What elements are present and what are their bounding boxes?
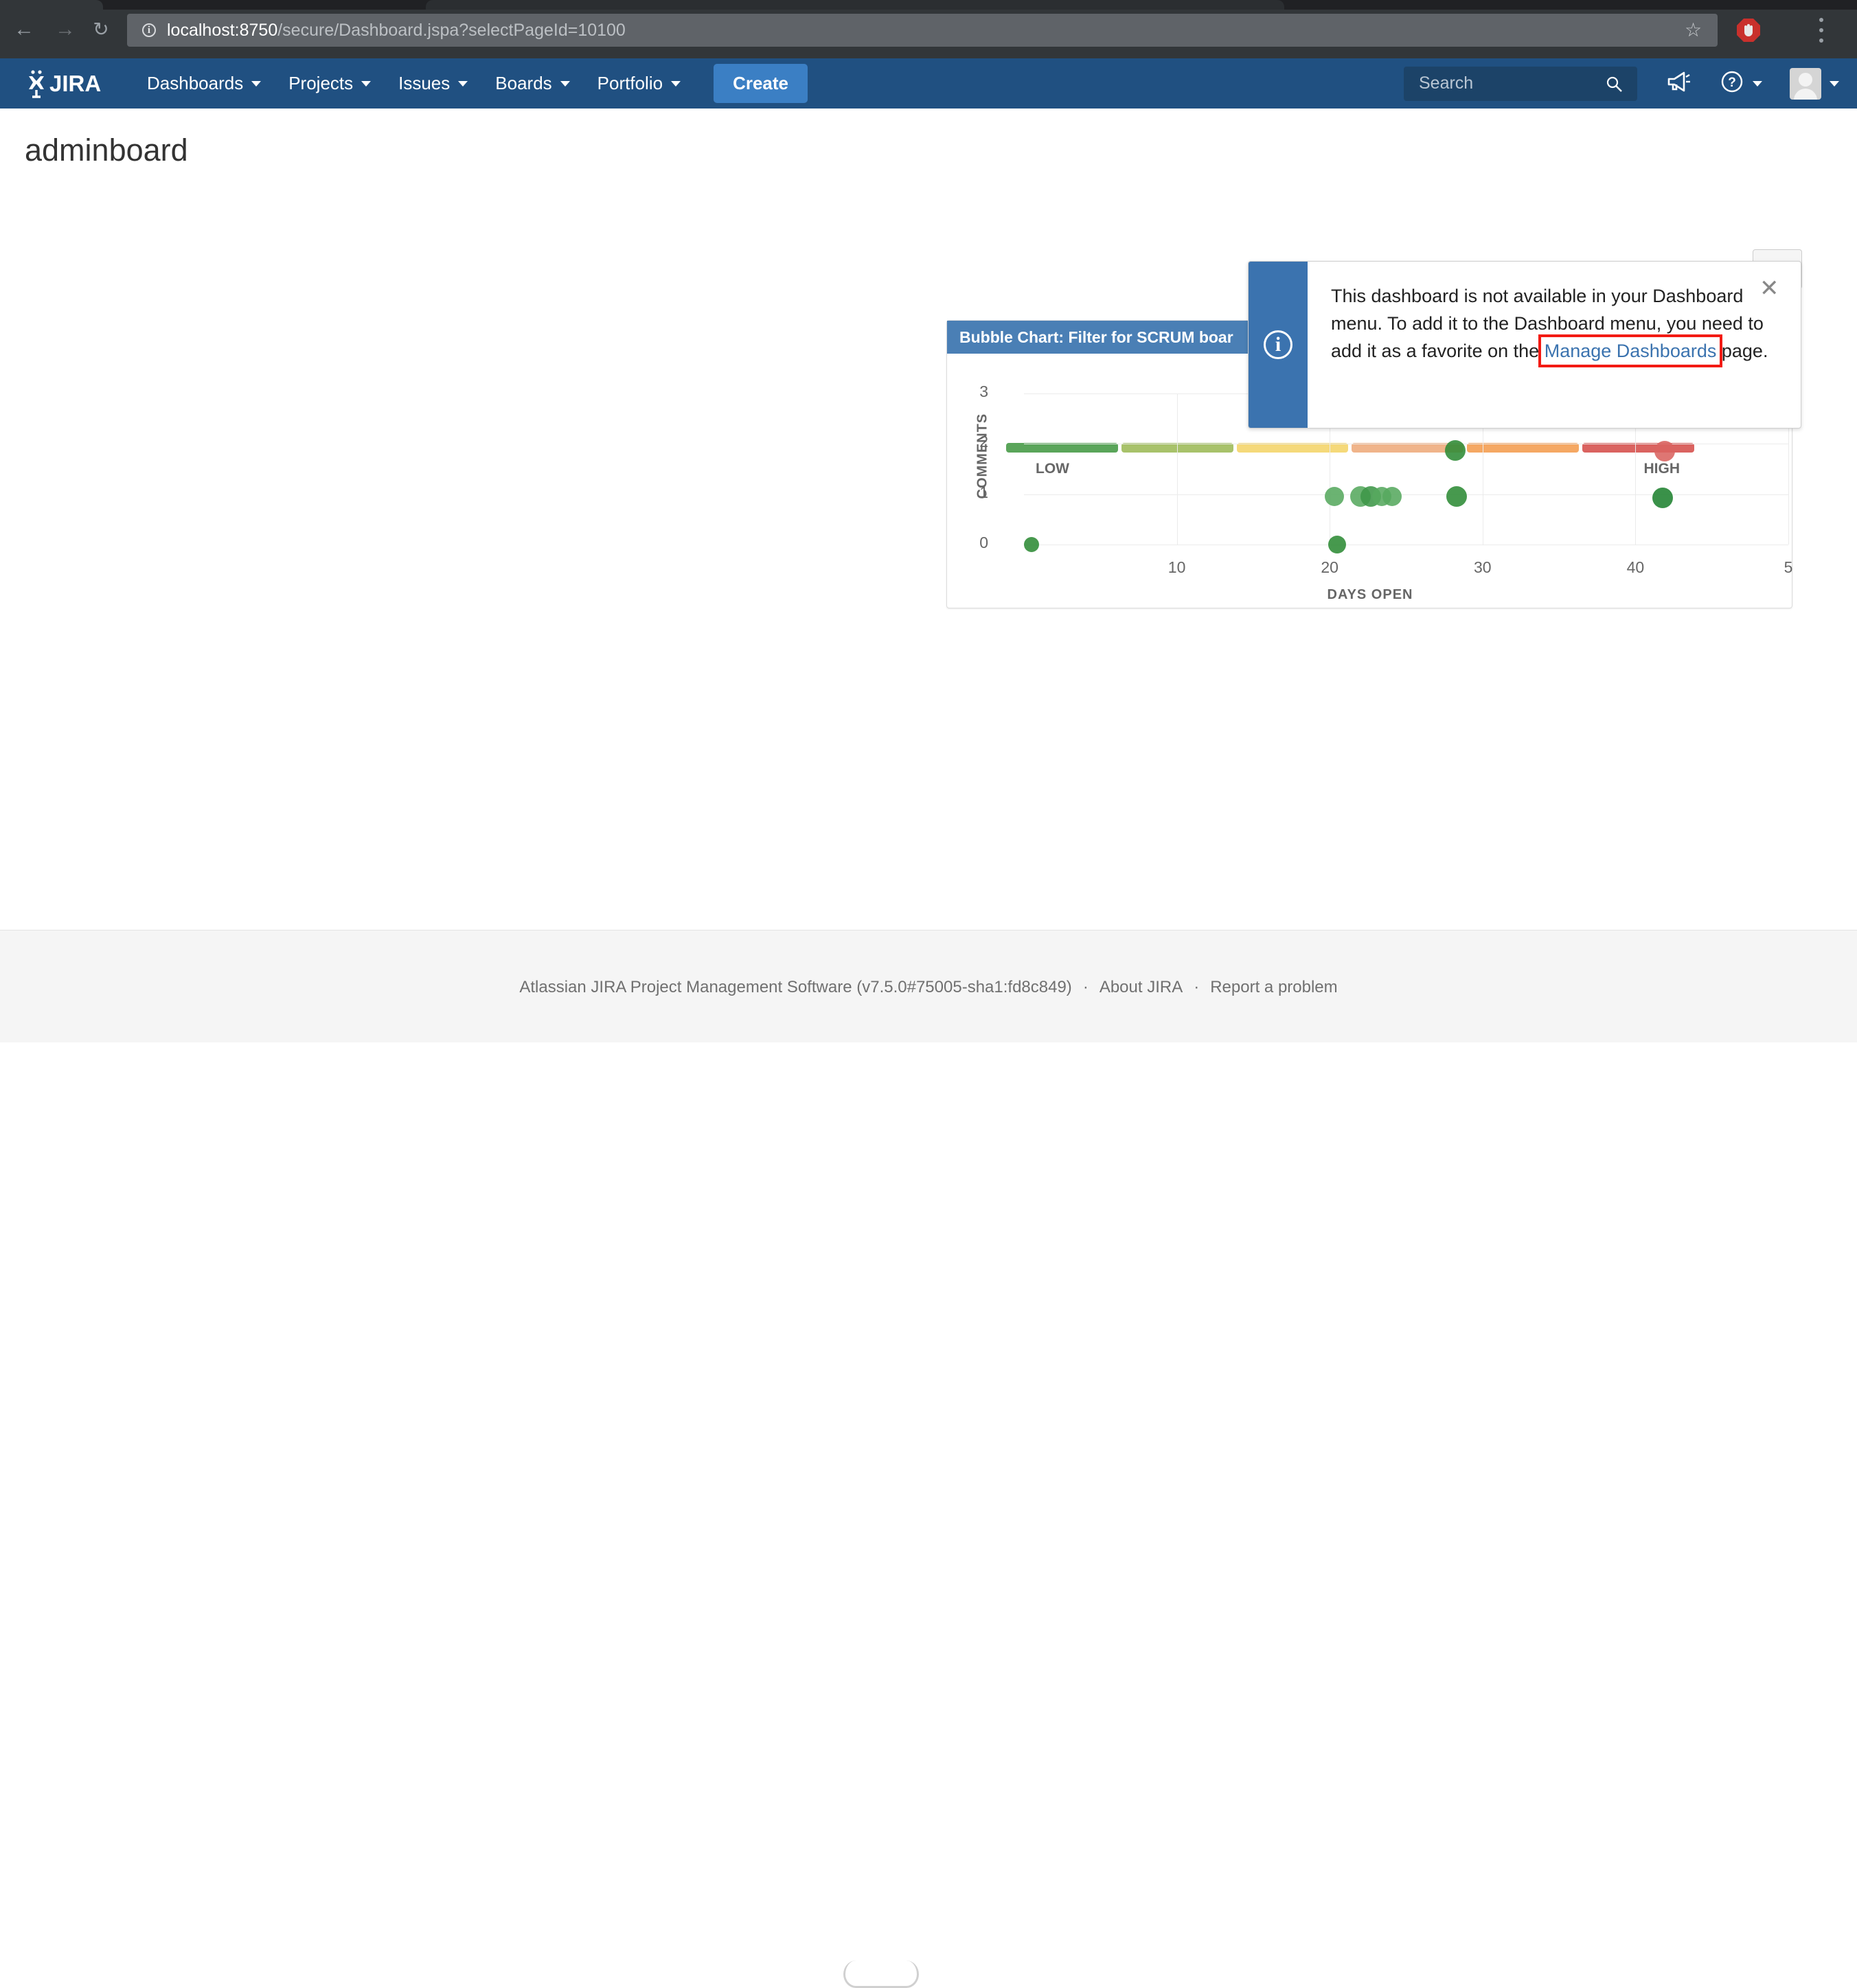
- browser-tab-active[interactable]: [0, 0, 103, 10]
- adblock-extension-icon[interactable]: [1736, 18, 1761, 43]
- chart-bubble[interactable]: [1324, 487, 1344, 507]
- x-tick-label: 30: [1474, 558, 1492, 576]
- nav-item-label: Issues: [398, 73, 451, 93]
- manage-dashboards-link[interactable]: Manage Dashboards: [1538, 334, 1723, 367]
- info-icon: i: [1264, 330, 1292, 359]
- chart-bubble[interactable]: [1654, 441, 1675, 462]
- footer-separator: ·: [1194, 978, 1200, 996]
- footer-product-label: Atlassian JIRA Project Management Softwa…: [519, 978, 1072, 996]
- info-popup-stripe: i: [1249, 262, 1308, 428]
- nav-item-label: Dashboards: [147, 73, 244, 93]
- star-icon[interactable]: ☆: [1685, 21, 1702, 40]
- gridline-horizontal: [1024, 494, 1788, 495]
- help-menu[interactable]: ?: [1720, 69, 1762, 98]
- site-info-icon[interactable]: i: [142, 23, 156, 37]
- footer-text: Atlassian JIRA Project Management Softwa…: [0, 978, 1857, 997]
- scroll-hint-arc: [843, 1961, 919, 1988]
- page-footer: Atlassian JIRA Project Management Softwa…: [0, 930, 1857, 1988]
- close-icon[interactable]: ✕: [1759, 277, 1783, 300]
- jira-top-navigation: JIRA Dashboards Projects Issues Boards P…: [0, 58, 1857, 108]
- y-tick-label: 1: [979, 483, 988, 501]
- gridline-vertical: [1176, 393, 1178, 545]
- info-popup-body: This dashboard is not available in your …: [1308, 262, 1801, 428]
- megaphone-icon[interactable]: [1665, 69, 1692, 98]
- nav-item-boards[interactable]: Boards: [495, 58, 570, 108]
- three-dot-menu-icon[interactable]: [1819, 18, 1824, 43]
- x-tick-label: 40: [1626, 558, 1645, 576]
- x-tick-label: 10: [1167, 558, 1186, 576]
- report-problem-link[interactable]: Report a problem: [1210, 978, 1337, 996]
- y-tick-label: 3: [979, 382, 988, 400]
- dashboard-page-body: adminboard Bubble Chart: Filter for SCRU…: [0, 108, 1857, 930]
- url-path: /secure/Dashboard.jspa?selectPageId=1010…: [277, 20, 626, 40]
- browser-chrome: ← → ↻ i localhost:8750/secure/Dashboard.…: [0, 0, 1857, 58]
- user-profile-menu[interactable]: [1790, 67, 1839, 100]
- chart-bubble[interactable]: [1382, 487, 1402, 507]
- chevron-down-icon: [251, 80, 262, 87]
- nav-item-issues[interactable]: Issues: [398, 58, 468, 108]
- chevron-down-icon: [560, 80, 570, 87]
- chart-bubble[interactable]: [1444, 439, 1466, 461]
- x-tick-label: 5: [1784, 558, 1793, 576]
- nav-item-portfolio[interactable]: Portfolio: [597, 58, 681, 108]
- user-avatar-icon: [1790, 67, 1821, 100]
- chart-bubble[interactable]: [1024, 537, 1040, 552]
- chevron-down-icon: [458, 80, 468, 87]
- info-popup-text: This dashboard is not available in your …: [1331, 282, 1780, 367]
- help-circle-icon: ?: [1720, 69, 1744, 98]
- create-button[interactable]: Create: [714, 64, 808, 103]
- footer-separator: ·: [1082, 978, 1089, 996]
- y-tick-label: 2: [979, 433, 988, 451]
- nav-item-label: Projects: [288, 73, 354, 93]
- jira-logo[interactable]: JIRA: [23, 58, 119, 108]
- browser-tab-strip: [0, 0, 1857, 10]
- page-title: adminboard: [25, 133, 188, 168]
- x-tick-label: 20: [1321, 558, 1338, 576]
- nav-item-label: Boards: [495, 73, 552, 93]
- search-input[interactable]: [1404, 73, 1596, 93]
- x-axis-label: DAYS OPEN: [1327, 587, 1413, 602]
- address-bar[interactable]: i localhost:8750/secure/Dashboard.jspa?s…: [127, 14, 1718, 47]
- browser-tab-inactive[interactable]: [426, 0, 1284, 10]
- nav-item-projects[interactable]: Projects: [288, 58, 372, 108]
- address-bar-url: localhost:8750/secure/Dashboard.jspa?sel…: [167, 21, 626, 41]
- dashboard-info-popup: i This dashboard is not available in you…: [1248, 261, 1801, 429]
- search-box[interactable]: [1404, 66, 1637, 101]
- y-tick-label: 0: [979, 534, 988, 551]
- svg-text:?: ?: [1728, 76, 1736, 90]
- info-popup-text-after: page.: [1716, 341, 1768, 361]
- svg-text:JIRA: JIRA: [49, 71, 101, 96]
- chart-bubble[interactable]: [1328, 536, 1347, 553]
- reload-icon[interactable]: ↻: [89, 18, 113, 41]
- chevron-down-icon: [361, 80, 372, 87]
- back-arrow-icon[interactable]: ←: [12, 18, 36, 41]
- nav-right-group: ?: [1404, 58, 1839, 108]
- nav-item-dashboards[interactable]: Dashboards: [147, 58, 262, 108]
- chart-bubble[interactable]: [1652, 487, 1674, 508]
- forward-arrow-icon[interactable]: →: [54, 18, 77, 41]
- chevron-down-icon: [1753, 80, 1762, 87]
- about-jira-link[interactable]: About JIRA: [1100, 978, 1183, 996]
- chevron-down-icon: [671, 80, 681, 87]
- chart-bubble[interactable]: [1446, 486, 1467, 507]
- nav-item-label: Portfolio: [597, 73, 663, 93]
- gadget-title: Bubble Chart: Filter for SCRUM boar: [959, 328, 1233, 346]
- search-icon[interactable]: [1606, 76, 1624, 97]
- chevron-down-icon: [1830, 80, 1839, 87]
- url-host: localhost:8750: [167, 20, 278, 40]
